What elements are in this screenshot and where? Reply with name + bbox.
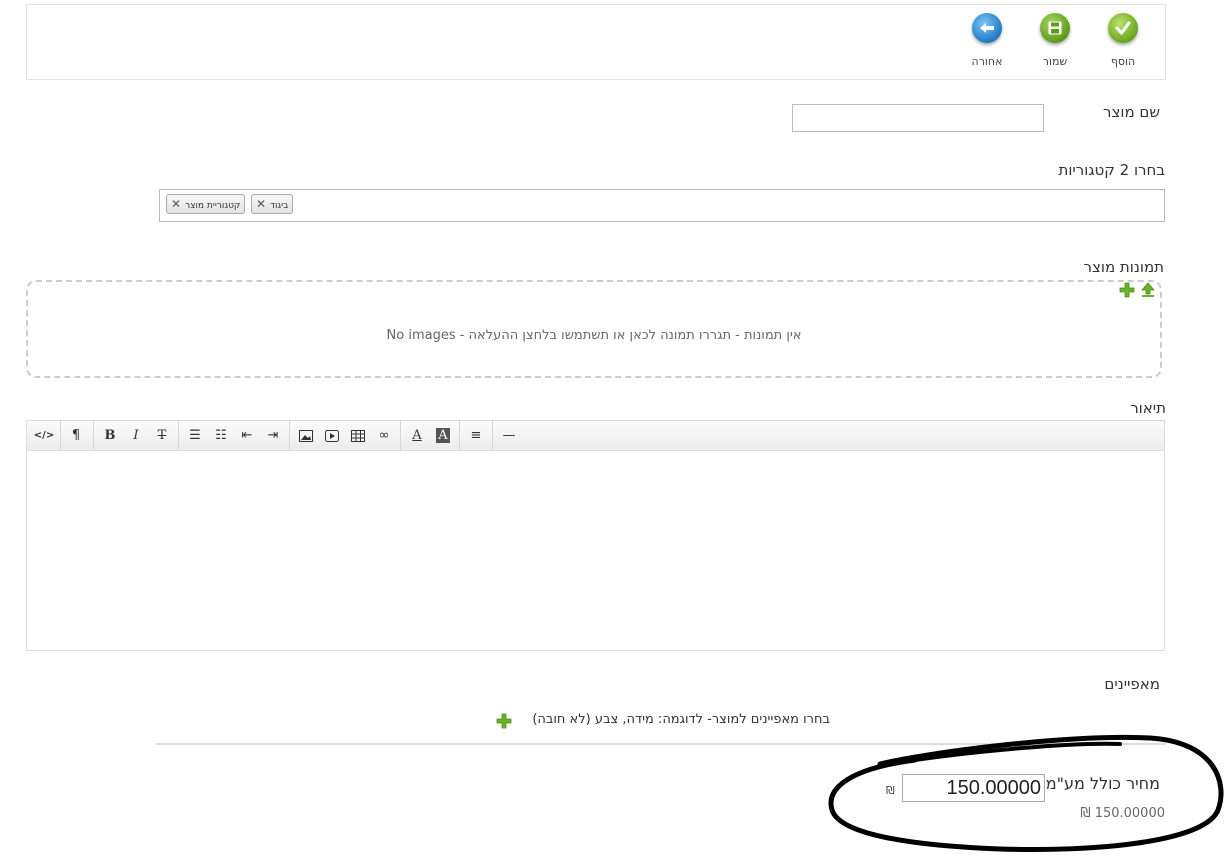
description-label: תיאור — [1130, 399, 1166, 417]
font-color-icon[interactable]: A — [404, 421, 430, 450]
category-chip-product-category[interactable]: קטגוריית מוצר ✕ — [166, 194, 246, 214]
category-chip-label: ביגוד — [270, 201, 289, 211]
add-button-label: הוסף — [1110, 55, 1136, 68]
annotation-ellipse — [828, 734, 1224, 853]
back-button-label: אחורה — [971, 55, 1003, 68]
ordered-list-icon[interactable]: ☷ — [208, 421, 234, 450]
italic-icon[interactable]: I — [123, 421, 149, 450]
horizontal-rule-icon[interactable]: — — [496, 421, 522, 450]
bold-icon[interactable]: B — [97, 421, 123, 450]
product-name-label: שם מוצר — [1103, 103, 1160, 121]
no-images-text: No images - אין תמונות - תגררו תמונה לכא… — [386, 328, 802, 343]
strikethrough-icon[interactable]: T — [149, 421, 175, 450]
images-label: תמונות מוצר — [1083, 258, 1165, 276]
upload-icon[interactable] — [1140, 282, 1156, 302]
add-button[interactable]: הוסף — [1093, 13, 1153, 68]
save-button-label: שמור — [1042, 55, 1068, 68]
category-chip-label: קטגוריית מוצר — [185, 201, 241, 211]
editor-content-area[interactable] — [27, 451, 1164, 650]
back-button[interactable]: אחורה — [957, 13, 1017, 68]
add-icon[interactable] — [1119, 282, 1140, 302]
indent-icon[interactable]: ⇥ — [260, 421, 286, 450]
attributes-label: מאפיינים — [1104, 675, 1160, 693]
product-name-input[interactable] — [792, 104, 1044, 132]
table-icon[interactable] — [345, 421, 371, 450]
save-icon — [1040, 13, 1070, 43]
unordered-list-icon[interactable]: ☰ — [182, 421, 208, 450]
image-dropzone[interactable]: No images - אין תמונות - תגררו תמונה לכא… — [26, 280, 1162, 378]
editor-toolbar: </> ¶ B I T ☰ ☷ ⇤ ⇥ ∞ A A ≡ — — [27, 421, 1164, 451]
description-editor: </> ¶ B I T ☰ ☷ ⇤ ⇥ ∞ A A ≡ — — [26, 420, 1165, 651]
paragraph-icon[interactable]: ¶ — [63, 421, 89, 450]
image-actions — [1119, 282, 1156, 302]
html-icon[interactable]: </> — [31, 421, 57, 450]
save-button[interactable]: שמור — [1025, 13, 1085, 68]
remove-chip-icon[interactable]: ✕ — [171, 197, 181, 211]
categories-select[interactable]: ביגוד ✕ קטגוריית מוצר ✕ — [159, 189, 1165, 222]
categories-label: בחרו 2 קטגוריות — [1058, 161, 1165, 179]
image-icon[interactable] — [293, 421, 319, 450]
align-icon[interactable]: ≡ — [463, 421, 489, 450]
check-icon — [1108, 13, 1138, 43]
background-color-icon[interactable]: A — [430, 421, 456, 450]
link-icon[interactable]: ∞ — [371, 421, 397, 450]
remove-chip-icon[interactable]: ✕ — [256, 197, 266, 211]
video-icon[interactable] — [319, 421, 345, 450]
attributes-hint[interactable]: בחרו מאפיינים למוצר- לדוגמה: מידה, צבע (… — [500, 712, 830, 727]
top-toolbar: הוסף שמור אחורה — [26, 4, 1166, 80]
outdent-icon[interactable]: ⇤ — [234, 421, 260, 450]
back-arrow-icon — [972, 13, 1002, 43]
category-chip-clothing[interactable]: ביגוד ✕ — [251, 194, 294, 214]
